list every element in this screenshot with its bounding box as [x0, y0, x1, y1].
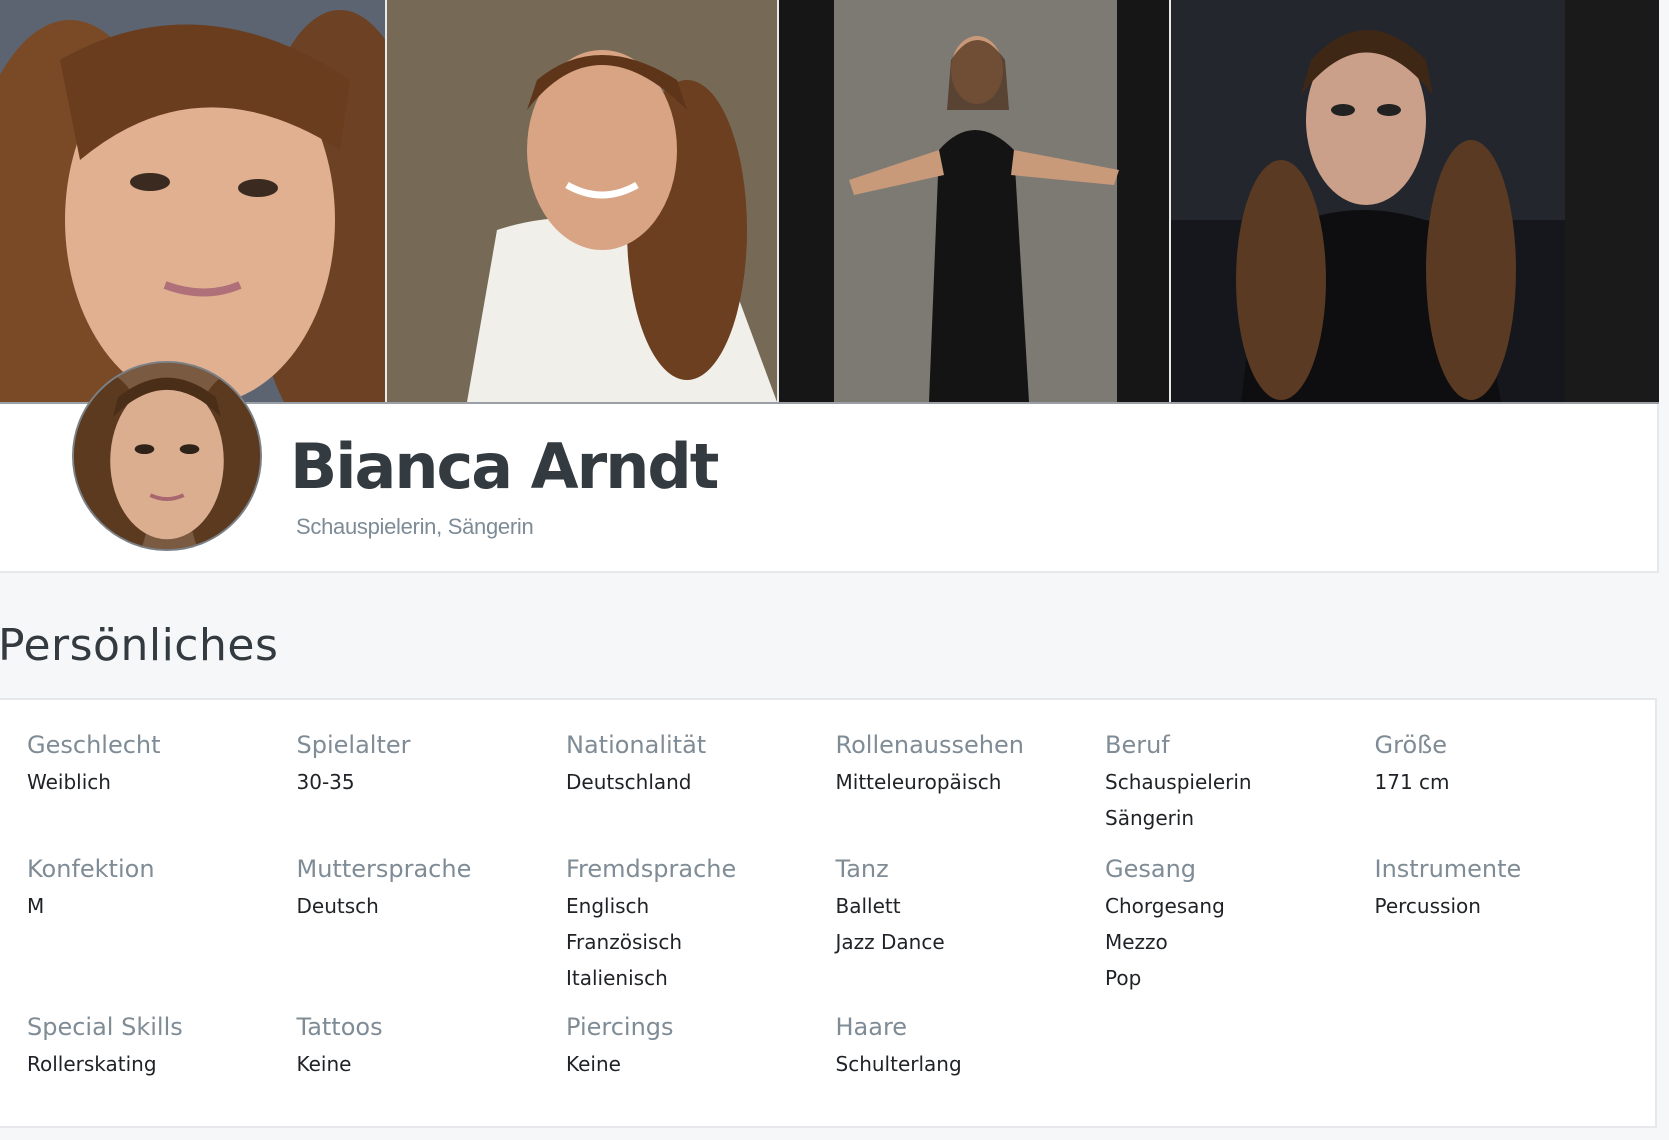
attributes-grid: Geschlecht Weiblich Spielalter 30-35 Nat…	[27, 730, 1642, 1106]
portrait-closeup-icon	[0, 0, 385, 402]
gallery-photo-2[interactable]	[387, 0, 779, 402]
gallery-photo-3[interactable]	[779, 0, 1171, 402]
attribute-gesang: Gesang Chorgesang Mezzo Pop	[1105, 854, 1375, 1012]
attribute-value: Französisch	[566, 930, 683, 954]
attribute-label: Fremdsprache	[566, 855, 737, 883]
attribute-value: Italienisch	[566, 966, 668, 990]
attribute-value: Rollerskating	[27, 1052, 157, 1076]
attribute-value: M	[27, 894, 45, 918]
attribute-value: Keine	[566, 1052, 621, 1076]
attribute-konfektion: Konfektion M	[27, 854, 297, 1012]
profile-profession: Schauspielerin, Sängerin	[296, 514, 534, 539]
attribute-value: 171 cm	[1374, 770, 1450, 794]
attribute-value: 30-35	[296, 770, 355, 794]
portrait-smiling-icon	[387, 0, 777, 402]
profile-name: Bianca Arndt	[290, 430, 719, 503]
attribute-tanz: Tanz Ballett Jazz Dance	[836, 854, 1106, 1012]
attribute-value: Mezzo	[1105, 930, 1168, 954]
attribute-label: Geschlecht	[27, 731, 161, 759]
attribute-label: Muttersprache	[296, 855, 472, 883]
personal-details-card: Geschlecht Weiblich Spielalter 30-35 Nat…	[0, 698, 1657, 1128]
attribute-label: Instrumente	[1374, 855, 1522, 883]
attribute-beruf: Beruf Schauspielerin Sängerin	[1105, 730, 1375, 854]
attribute-label: Piercings	[566, 1013, 674, 1041]
attribute-label: Spielalter	[296, 731, 411, 759]
attribute-label: Gesang	[1105, 855, 1197, 883]
attribute-label: Rollenaussehen	[835, 731, 1024, 759]
attribute-value: Chorgesang	[1105, 894, 1225, 918]
portrait-full-body-icon	[779, 0, 1169, 402]
attribute-value: Mitteleuropäisch	[835, 770, 1002, 794]
attribute-haare: Haare Schulterlang	[836, 1012, 1106, 1106]
attribute-label: Größe	[1374, 731, 1448, 759]
attribute-value: Jazz Dance	[835, 930, 945, 954]
attribute-instrumente: Instrumente Percussion	[1375, 854, 1645, 1012]
attribute-nationalitaet: Nationalität Deutschland	[566, 730, 836, 854]
attribute-value: Schauspielerin	[1105, 770, 1252, 794]
attribute-spielalter: Spielalter 30-35	[297, 730, 567, 854]
avatar[interactable]	[72, 361, 262, 551]
attribute-value: Deutschland	[566, 770, 692, 794]
attribute-value: Deutsch	[296, 894, 379, 918]
attribute-geschlecht: Geschlecht Weiblich	[27, 730, 297, 854]
portrait-dark-icon	[1171, 0, 1565, 402]
attribute-value: Percussion	[1374, 894, 1481, 918]
attribute-label: Konfektion	[27, 855, 155, 883]
attribute-label: Nationalität	[566, 731, 707, 759]
avatar-photo-icon	[74, 363, 260, 549]
attribute-label: Beruf	[1105, 731, 1170, 759]
gallery-photo-1[interactable]	[0, 0, 387, 402]
section-title: Persönliches	[0, 620, 279, 671]
attribute-value: Englisch	[566, 894, 650, 918]
gallery-photo-4[interactable]	[1171, 0, 1565, 402]
attribute-value: Pop	[1105, 966, 1142, 990]
attribute-piercings: Piercings Keine	[566, 1012, 836, 1106]
attribute-fremdsprache: Fremdsprache Englisch Französisch Italie…	[566, 854, 836, 1012]
attribute-groesse: Größe 171 cm	[1375, 730, 1645, 854]
attribute-tattoos: Tattoos Keine	[297, 1012, 567, 1106]
attribute-value: Weiblich	[27, 770, 111, 794]
attribute-label: Special Skills	[27, 1013, 183, 1041]
attribute-special-skills: Special Skills Rollerskating	[27, 1012, 297, 1106]
attribute-value: Schulterlang	[835, 1052, 962, 1076]
attribute-label: Tattoos	[296, 1013, 383, 1041]
attribute-label: Haare	[835, 1013, 908, 1041]
photo-gallery	[0, 0, 1659, 404]
attribute-rollenaussehen: Rollenaussehen Mitteleuropäisch	[836, 730, 1106, 854]
attribute-value: Sängerin	[1105, 806, 1195, 830]
attribute-value: Ballett	[835, 894, 901, 918]
attribute-label: Tanz	[835, 855, 889, 883]
attribute-value: Keine	[296, 1052, 352, 1076]
attribute-muttersprache: Muttersprache Deutsch	[297, 854, 567, 1012]
